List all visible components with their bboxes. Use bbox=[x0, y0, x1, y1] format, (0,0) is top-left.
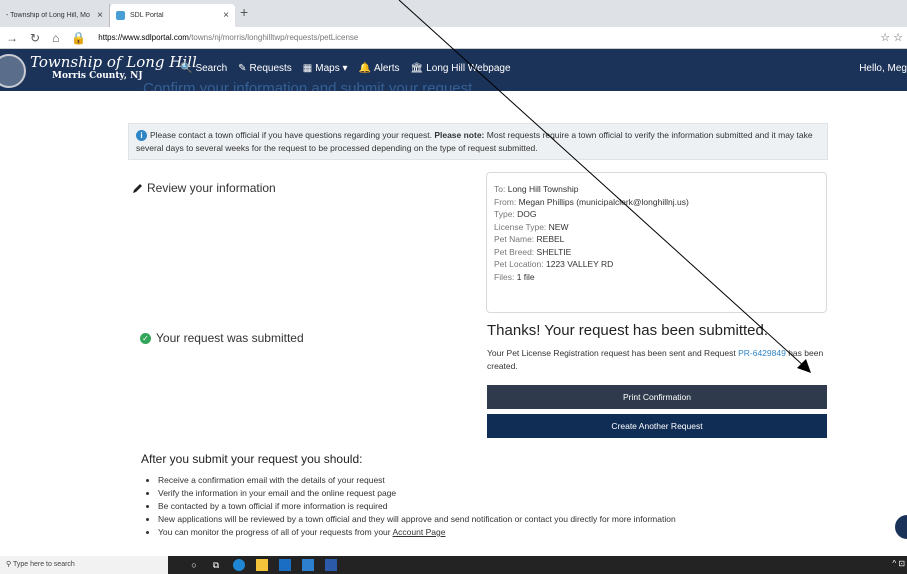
alert-note-label: Please note: bbox=[434, 130, 485, 140]
chat-icon[interactable] bbox=[895, 515, 907, 539]
info-icon: i bbox=[136, 130, 147, 141]
town-seal-icon bbox=[0, 54, 26, 88]
thanks-heading: Thanks! Your request has been submitted. bbox=[487, 322, 769, 339]
review-label: Review your information bbox=[147, 181, 276, 195]
detail-files: Files: 1 file bbox=[494, 271, 535, 282]
nav-label: Maps ▾ bbox=[315, 63, 348, 74]
detail-license-type: License Type: NEW bbox=[494, 221, 569, 232]
detail-pet-name: Pet Name: REBEL bbox=[494, 234, 565, 244]
close-icon[interactable]: × bbox=[97, 10, 103, 21]
main-nav: 🔍 Search ✎ Requests ▦ Maps ▾ 🔔 Alerts 🏛 … bbox=[180, 63, 522, 74]
tab-title: - Township of Long Hill, Mo bbox=[6, 12, 90, 19]
windows-taskbar: ⚲ Type here to search ○ ⧉ ^ ⊡ bbox=[0, 556, 907, 574]
town-name[interactable]: Township of Long Hill bbox=[30, 53, 197, 71]
detail-pet-breed: Pet Breed: SHELTIE bbox=[494, 246, 572, 257]
list-item: Verify the information in your email and… bbox=[158, 487, 676, 500]
tab-title: SDL Portal bbox=[130, 12, 164, 19]
account-page-link[interactable]: Account Page bbox=[393, 527, 446, 537]
nav-search[interactable]: 🔍 Search bbox=[180, 63, 227, 74]
word-icon[interactable] bbox=[325, 559, 337, 571]
detail-pet-location: Pet Location: 1223 VALLEY RD bbox=[494, 259, 614, 269]
create-another-request-button[interactable]: Create Another Request bbox=[487, 414, 827, 438]
taskbar-search-input[interactable]: ⚲ Type here to search bbox=[0, 556, 168, 574]
favicon-icon bbox=[116, 11, 125, 20]
after-list: Receive a confirmation email with the de… bbox=[158, 474, 676, 539]
submitted-label: Your request was submitted bbox=[156, 331, 304, 345]
favorites-icon[interactable]: ☆ ☆ bbox=[880, 31, 903, 44]
list-item: Be contacted by a town official if more … bbox=[158, 500, 676, 513]
file-explorer-icon[interactable] bbox=[256, 559, 268, 571]
tab-township[interactable]: - Township of Long Hill, Mo × bbox=[0, 4, 110, 27]
pencil-icon: ✎ bbox=[238, 63, 247, 74]
close-icon[interactable]: × bbox=[223, 10, 229, 21]
url-field[interactable]: https://www.sdlportal.com/towns/nj/morri… bbox=[98, 33, 358, 42]
nav-label: Alerts bbox=[373, 63, 400, 74]
new-tab-icon[interactable]: + bbox=[240, 4, 248, 20]
map-icon: ▦ bbox=[302, 63, 313, 74]
system-tray-icon[interactable]: ^ ⊡ bbox=[892, 559, 905, 568]
building-icon: 🏛 bbox=[410, 63, 424, 74]
detail-from: From: Megan Phillips (municipalclerk@lon… bbox=[494, 196, 689, 207]
review-heading: Review your information bbox=[132, 181, 276, 195]
info-alert: i Please contact a town official if you h… bbox=[128, 123, 828, 160]
nav-alerts[interactable]: 🔔 Alerts bbox=[359, 63, 400, 74]
url-host: https://www.sdlportal.com bbox=[98, 33, 189, 42]
nav-label: Long Hill Webpage bbox=[426, 63, 511, 74]
county-name: Morris County, NJ bbox=[52, 71, 143, 81]
detail-to: To: Long Hill Township bbox=[494, 184, 579, 194]
print-confirmation-button[interactable]: Print Confirmation bbox=[487, 385, 827, 409]
app-icon[interactable] bbox=[302, 559, 314, 571]
page-title: Confirm your information and submit your… bbox=[143, 80, 473, 91]
browser-tab-bar: - Township of Long Hill, Mo × SDL Portal… bbox=[0, 0, 907, 27]
cortana-icon[interactable]: ○ bbox=[188, 559, 200, 571]
alert-text-1: Please contact a town official if you ha… bbox=[150, 130, 432, 140]
home-icon[interactable]: ⌂ bbox=[52, 31, 59, 45]
search-icon: 🔍 bbox=[180, 63, 193, 74]
outlook-icon[interactable] bbox=[279, 559, 291, 571]
list-item: You can monitor the progress of all of y… bbox=[158, 526, 676, 539]
submitted-status: ✓ Your request was submitted bbox=[140, 331, 304, 345]
list-item: Receive a confirmation email with the de… bbox=[158, 474, 676, 487]
list-item: New applications will be reviewed by a t… bbox=[158, 513, 676, 526]
back-icon[interactable]: → bbox=[6, 31, 18, 45]
edge-icon[interactable] bbox=[233, 559, 245, 571]
nav-requests[interactable]: ✎ Requests bbox=[238, 63, 292, 74]
user-greeting[interactable]: Hello, Meg bbox=[859, 63, 907, 74]
after-heading: After you submit your request you should… bbox=[141, 452, 363, 466]
lock-icon: 🔒 bbox=[71, 30, 87, 45]
task-view-icon[interactable]: ⧉ bbox=[210, 559, 222, 571]
request-summary-card: To: Long Hill Township From: Megan Phill… bbox=[486, 172, 827, 313]
pencil-icon bbox=[133, 184, 142, 193]
request-id-link[interactable]: PR-6429849 bbox=[738, 348, 786, 358]
nav-label: Search bbox=[195, 63, 228, 74]
tab-sdl-portal[interactable]: SDL Portal × bbox=[110, 4, 235, 27]
refresh-icon[interactable]: ↻ bbox=[30, 31, 40, 45]
nav-long-hill-webpage[interactable]: 🏛 Long Hill Webpage bbox=[411, 63, 511, 74]
thanks-message: Your Pet License Registration request ha… bbox=[487, 348, 824, 371]
request-details: To: Long Hill Township From: Megan Phill… bbox=[494, 183, 689, 283]
url-path: /towns/nj/morris/longhilltwp/requests/pe… bbox=[188, 33, 359, 42]
check-circle-icon: ✓ bbox=[140, 332, 151, 344]
nav-label: Requests bbox=[249, 63, 292, 74]
address-bar: → ↻ ⌂ 🔒 https://www.sdlportal.com/towns/… bbox=[0, 27, 907, 49]
detail-type: Type: DOG bbox=[494, 209, 537, 219]
nav-maps[interactable]: ▦ Maps ▾ bbox=[303, 63, 348, 74]
bell-icon: 🔔 bbox=[358, 63, 371, 74]
